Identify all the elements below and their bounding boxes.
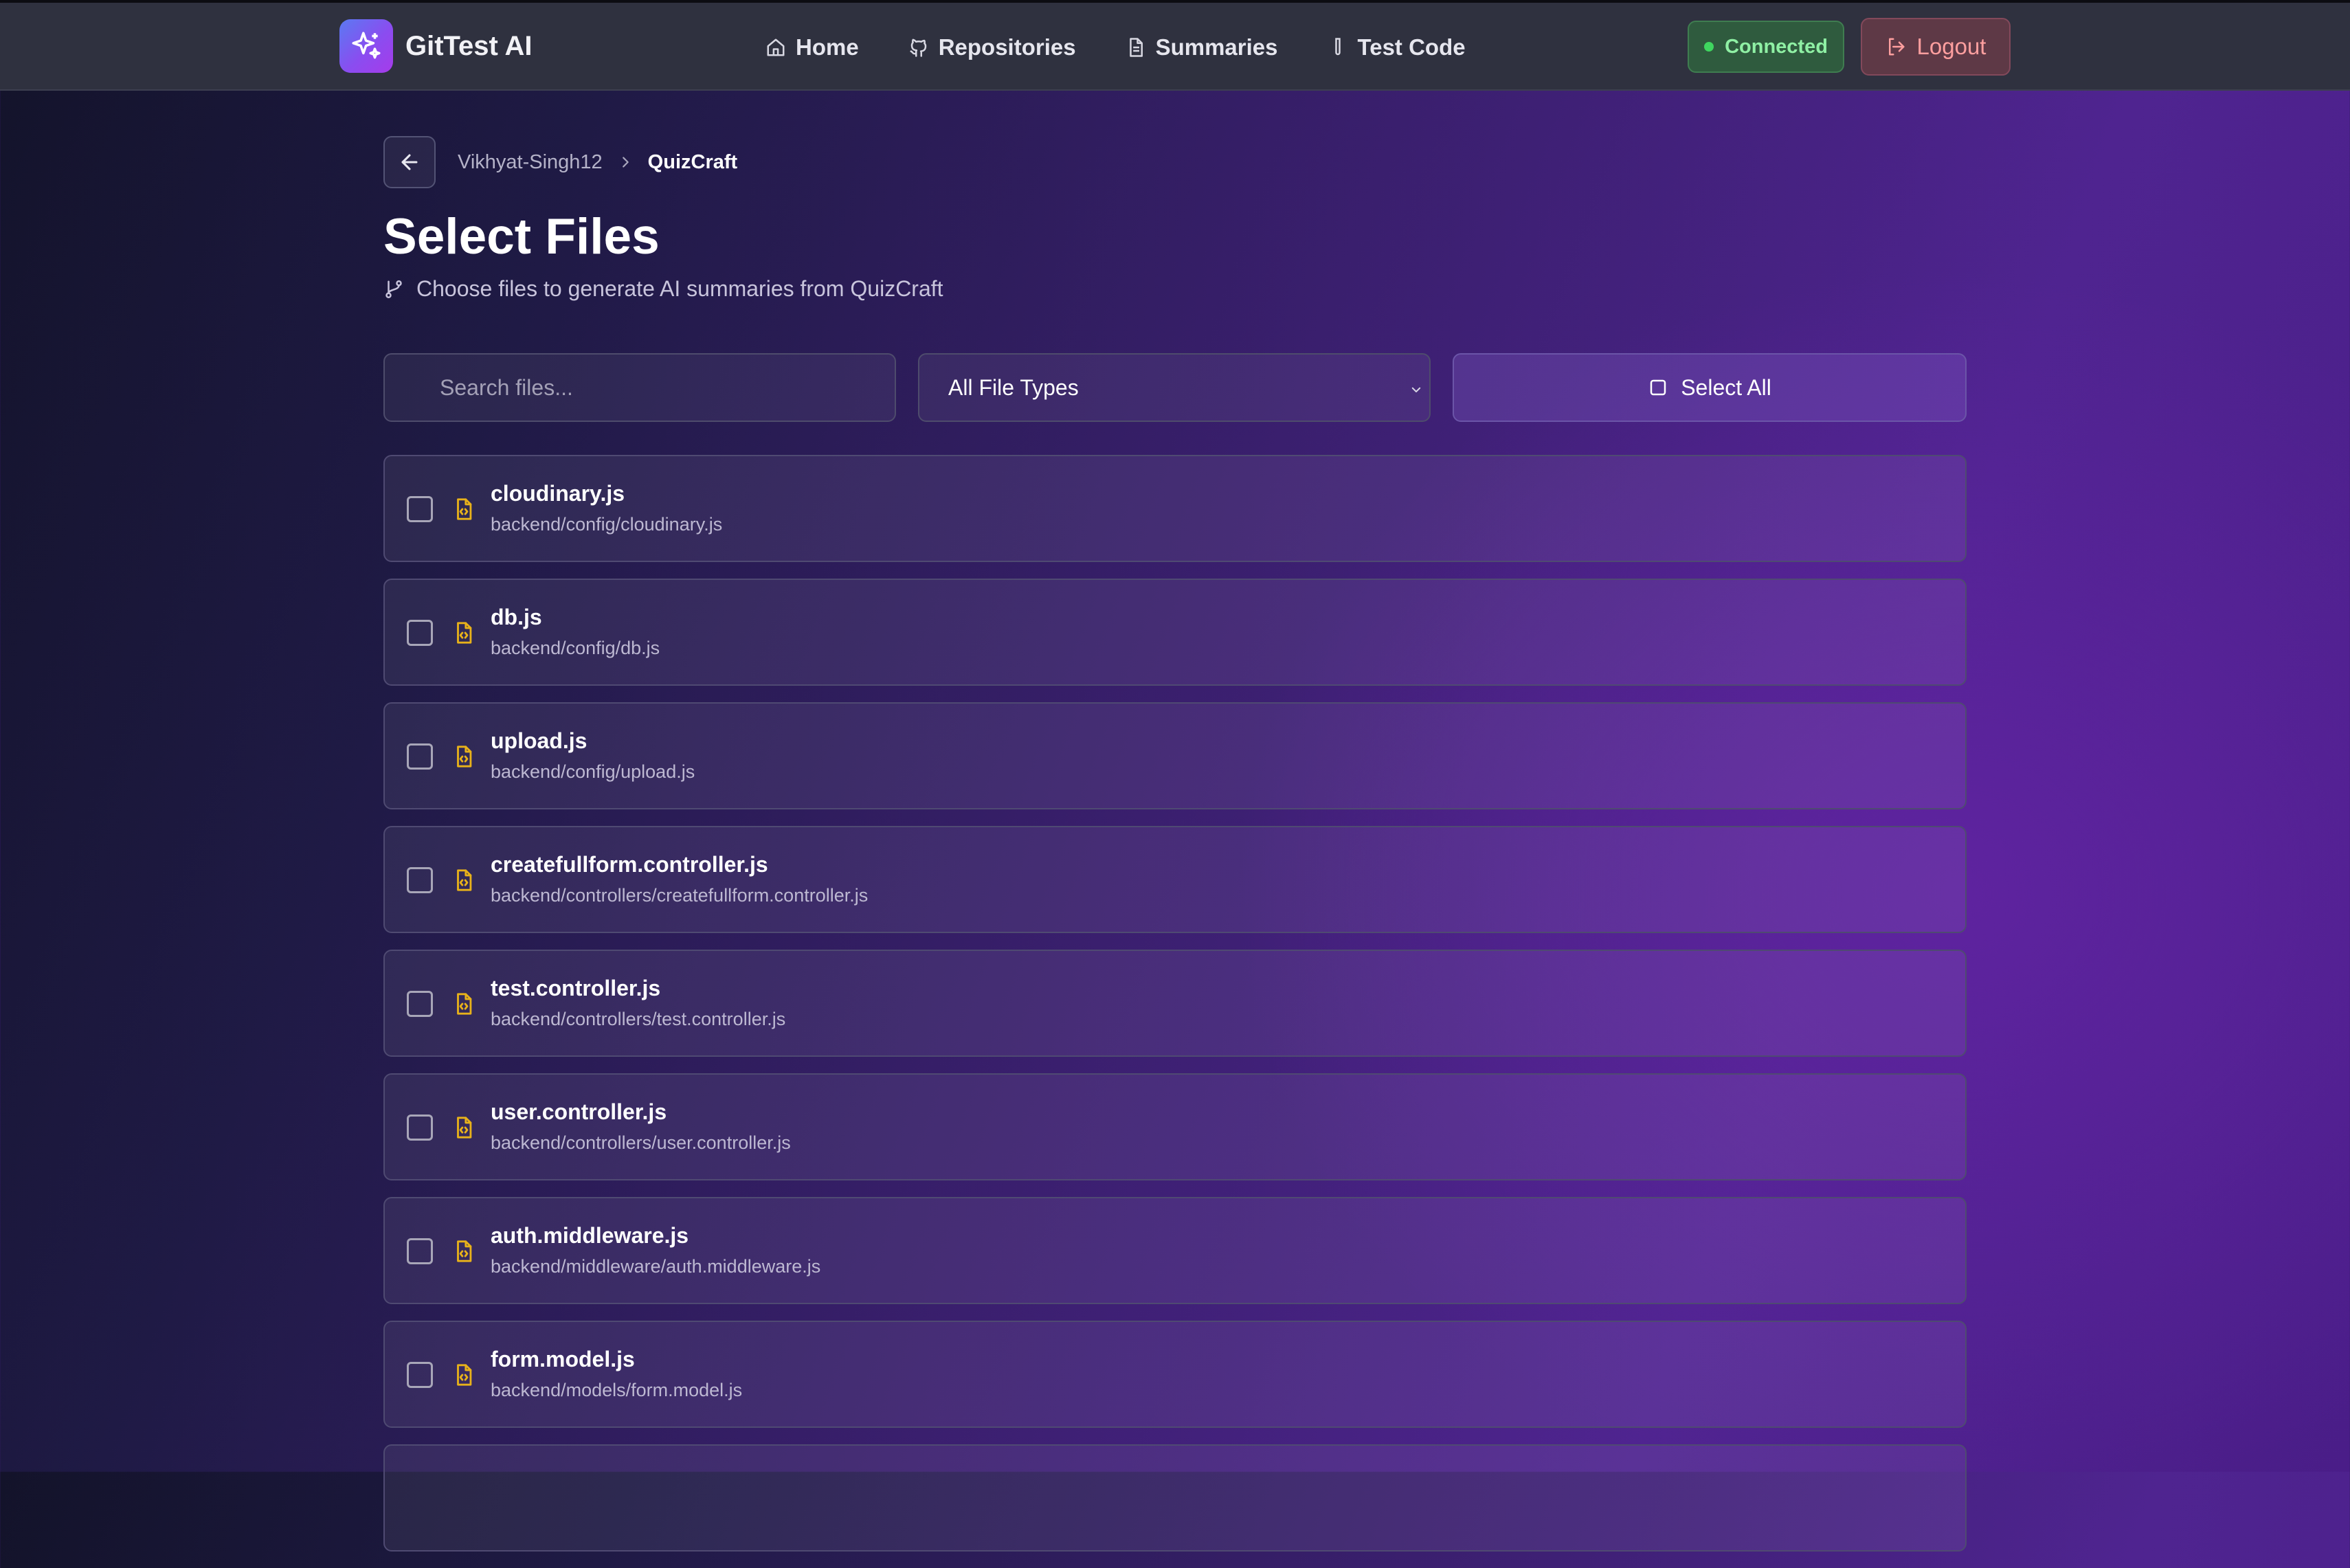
nav-test-code[interactable]: Test Code — [1328, 34, 1466, 60]
logout-button[interactable]: Logout — [1861, 18, 2011, 76]
file-path: backend/config/cloudinary.js — [491, 514, 723, 535]
file-name: test.controller.js — [491, 976, 661, 1000]
file-name: upload.js — [491, 728, 588, 753]
file-path: backend/middleware/auth.middleware.js — [491, 1256, 821, 1277]
document-icon — [1129, 38, 1143, 57]
chevron-down-icon — [1411, 387, 1421, 392]
file-checkbox[interactable] — [407, 620, 433, 646]
page-title: Select Files — [383, 209, 660, 265]
file-checkbox[interactable] — [407, 991, 433, 1017]
file-row[interactable]: test.controller.js backend/controllers/t… — [383, 950, 1967, 1057]
nav-summaries-label: Summaries — [1155, 34, 1278, 60]
page-subtitle: Choose files to generate AI summaries fr… — [383, 276, 943, 302]
file-path: backend/controllers/user.controller.js — [491, 1132, 791, 1153]
file-checkbox[interactable] — [407, 743, 433, 770]
file-row[interactable]: upload.js backend/config/upload.js — [383, 702, 1967, 809]
file-row[interactable]: db.js backend/config/db.js — [383, 579, 1967, 686]
file-path: backend/config/db.js — [491, 638, 660, 658]
file-checkbox[interactable] — [407, 1115, 433, 1141]
file-row[interactable]: cloudinary.js backend/config/cloudinary.… — [383, 455, 1967, 562]
nav-home[interactable]: Home — [765, 34, 859, 60]
top-navbar: GitTest AI Home Repositories Summaries T… — [0, 3, 2350, 91]
breadcrumb-owner[interactable]: Vikhyat-Singh12 — [458, 151, 603, 174]
breadcrumb-repo: QuizCraft — [647, 150, 738, 173]
file-name: db.js — [491, 605, 542, 629]
file-path: backend/models/form.model.js — [491, 1380, 743, 1400]
file-row-partial[interactable] — [383, 1444, 1967, 1552]
arrow-left-icon — [401, 154, 418, 170]
brand[interactable]: GitTest AI — [339, 19, 532, 73]
file-row[interactable]: auth.middleware.js backend/middleware/au… — [383, 1197, 1967, 1304]
file-path: backend/controllers/test.controller.js — [491, 1009, 786, 1029]
file-name: createfullform.controller.js — [491, 852, 768, 877]
file-code-icon — [457, 498, 472, 520]
connection-status-label: Connected — [1725, 35, 1828, 58]
nav-repositories[interactable]: Repositories — [908, 34, 1076, 60]
connection-status-badge: Connected — [1688, 21, 1844, 73]
search-box — [383, 353, 896, 422]
file-code-icon — [457, 746, 472, 768]
brand-name: GitTest AI — [405, 30, 533, 61]
file-code-icon — [457, 622, 472, 644]
test-tube-icon — [1334, 38, 1341, 56]
file-checkbox[interactable] — [407, 1362, 433, 1388]
breadcrumb: Vikhyat-Singh12 QuizCraft — [458, 146, 737, 179]
nav-test-code-label: Test Code — [1357, 34, 1466, 60]
file-name: user.controller.js — [491, 1099, 667, 1124]
file-list: cloudinary.js backend/config/cloudinary.… — [383, 455, 1967, 1568]
nav-home-label: Home — [796, 34, 859, 60]
search-input[interactable] — [385, 355, 895, 421]
file-row[interactable]: user.controller.js backend/controllers/u… — [383, 1073, 1967, 1180]
select-all-label: Select All — [1681, 374, 1771, 400]
git-branch-icon — [385, 280, 402, 298]
file-name: form.model.js — [491, 1347, 635, 1371]
file-name: cloudinary.js — [491, 481, 625, 506]
logout-label: Logout — [1916, 34, 1987, 59]
file-code-icon — [457, 1364, 472, 1386]
page-subtitle-text: Choose files to generate AI summaries fr… — [416, 276, 943, 301]
file-row[interactable]: createfullform.controller.js backend/con… — [383, 826, 1967, 933]
file-type-filter-value: All File Types — [948, 374, 1079, 400]
file-type-filter[interactable]: All File Types — [918, 353, 1431, 422]
file-path: backend/controllers/createfullform.contr… — [491, 885, 869, 906]
nav-summaries[interactable]: Summaries — [1126, 34, 1278, 60]
file-code-icon — [457, 1117, 472, 1139]
file-path: backend/config/upload.js — [491, 761, 695, 782]
file-checkbox[interactable] — [407, 496, 433, 522]
chevron-right-icon — [618, 155, 633, 170]
file-code-icon — [457, 1240, 472, 1262]
back-button[interactable] — [383, 136, 436, 188]
file-checkbox[interactable] — [407, 867, 433, 893]
file-name: auth.middleware.js — [491, 1223, 689, 1248]
select-all-button[interactable]: Select All — [1453, 353, 1967, 422]
file-code-icon — [457, 993, 472, 1015]
logout-icon — [1888, 38, 1905, 56]
github-icon — [910, 38, 926, 57]
file-checkbox[interactable] — [407, 1238, 433, 1264]
square-checkbox-icon — [1650, 379, 1666, 396]
file-code-icon — [457, 869, 472, 891]
sparkles-logo-icon — [339, 19, 393, 73]
home-icon — [767, 38, 785, 56]
main-nav: Home Repositories Summaries Test Code — [765, 19, 1515, 76]
file-row[interactable]: form.model.js backend/models/form.model.… — [383, 1321, 1967, 1428]
nav-repositories-label: Repositories — [938, 34, 1076, 60]
status-dot-icon — [1704, 42, 1714, 52]
